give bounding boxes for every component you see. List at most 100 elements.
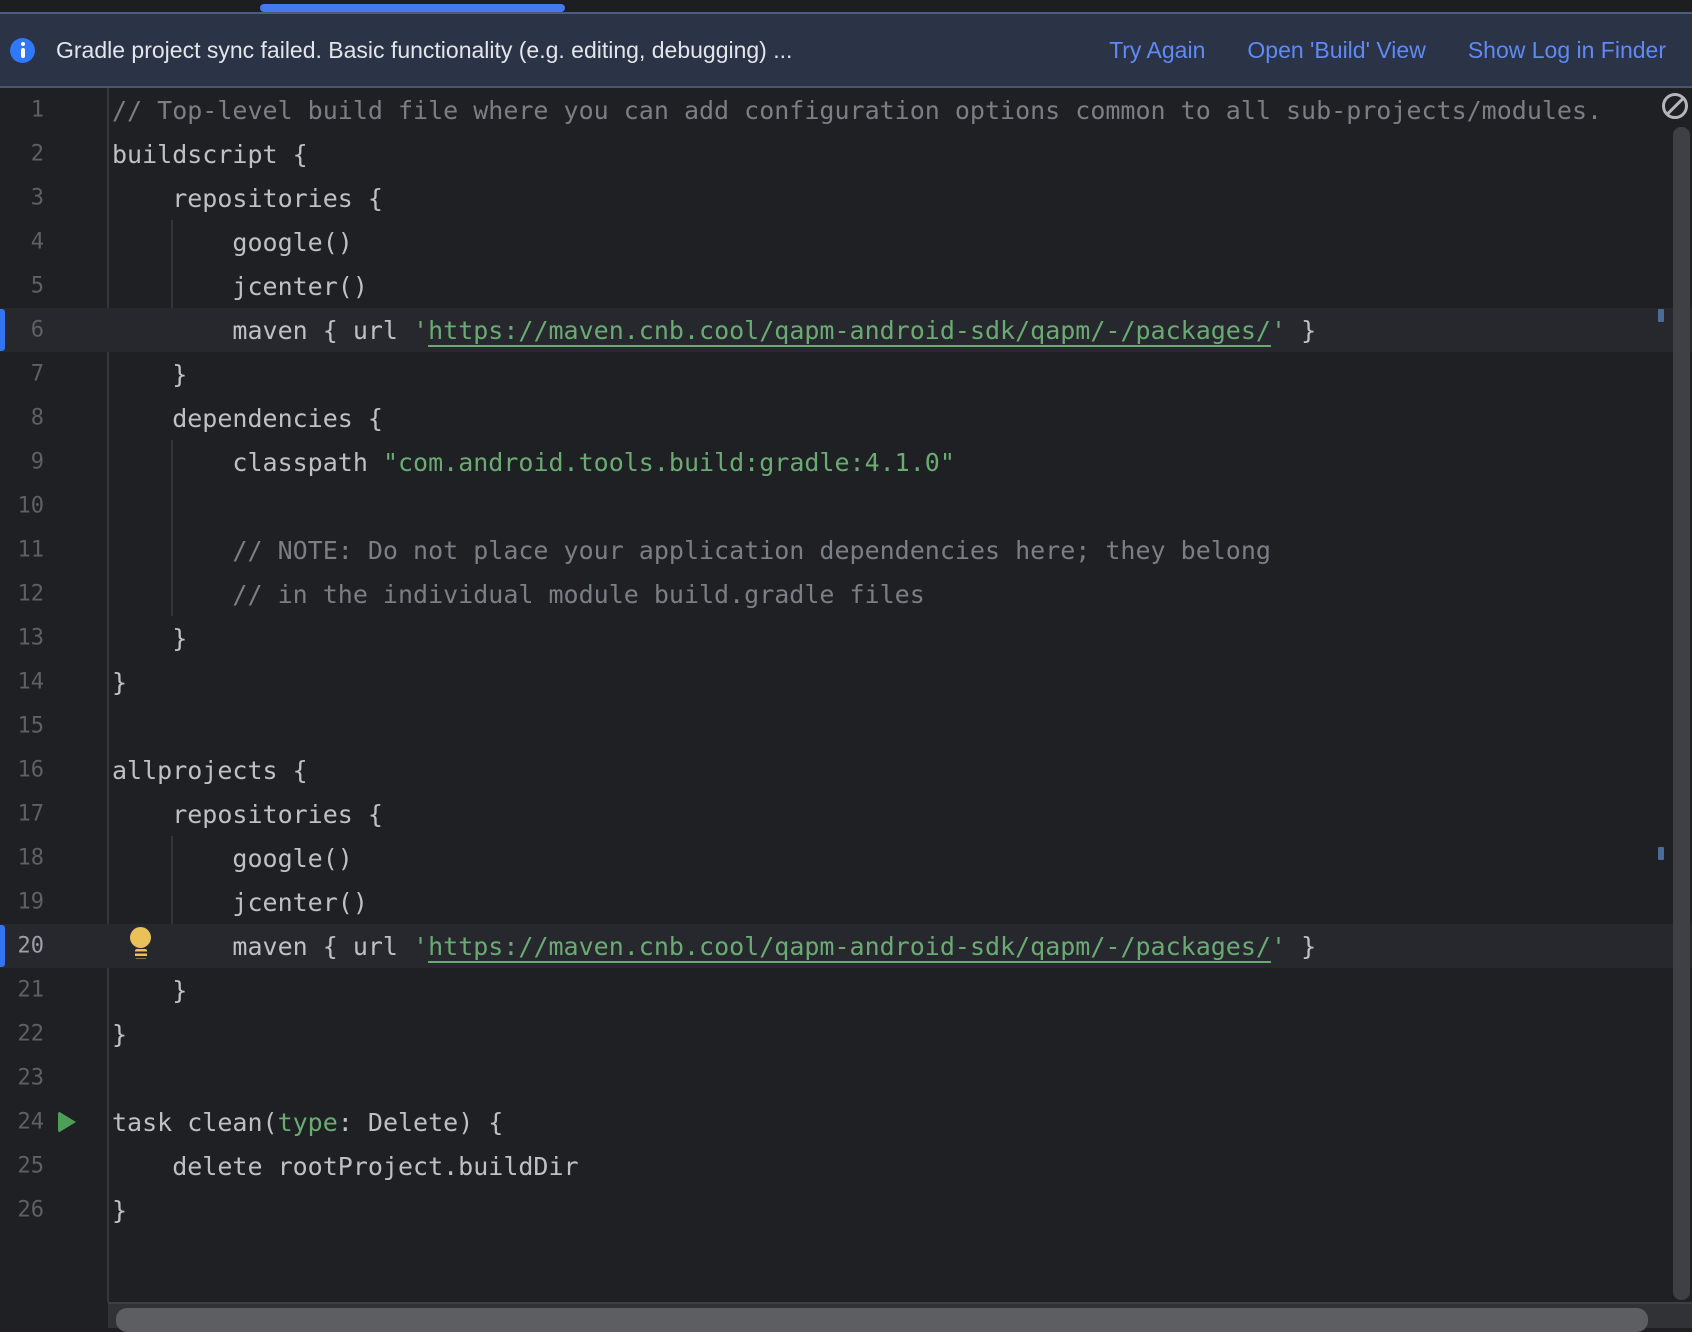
code-line[interactable]: 24task clean(type: Delete) { [0,1100,1692,1144]
line-number[interactable]: 8 [31,406,44,431]
gutter: 22 [0,1012,108,1056]
code-token: jcenter() [112,272,368,301]
code-token: // in the individual module build.gradle… [112,580,925,609]
gutter: 8 [0,396,108,440]
line-number[interactable]: 18 [18,846,45,871]
code-line[interactable]: 12 // in the individual module build.gra… [0,572,1692,616]
line-number[interactable]: 16 [18,758,45,783]
gutter: 4 [0,220,108,264]
code-line[interactable]: 11 // NOTE: Do not place your applicatio… [0,528,1692,572]
line-number[interactable]: 20 [18,934,45,959]
show-log-in-finder-link[interactable]: Show Log in Finder [1468,37,1666,64]
line-number[interactable]: 7 [31,362,44,387]
code-line[interactable]: 16allprojects { [0,748,1692,792]
code-token: delete rootProject.buildDir [112,1152,579,1181]
code-token: ' [413,316,428,345]
gutter: 20 [0,924,108,968]
code-token: ' [413,932,428,961]
code-token: : Delete) { [338,1108,504,1137]
line-number[interactable]: 17 [18,802,45,827]
run-icon[interactable] [58,1111,76,1133]
line-number[interactable]: 22 [18,1022,45,1047]
line-number[interactable]: 25 [18,1154,45,1179]
horizontal-scrollbar-track[interactable] [108,1302,1692,1328]
error-stripe-mark[interactable] [1658,847,1664,860]
url-link[interactable]: https://maven.cnb.cool/qapm-android-sdk/… [428,316,1271,345]
code-line[interactable]: 22} [0,1012,1692,1056]
gutter: 14 [0,660,108,704]
gutter: 16 [0,748,108,792]
gutter: 17 [0,792,108,836]
code-line[interactable]: 7 } [0,352,1692,396]
code-line[interactable]: 15 [0,704,1692,748]
lightbulb-icon[interactable] [130,927,151,960]
gutter: 15 [0,704,108,748]
code-line[interactable]: 14} [0,660,1692,704]
line-number[interactable]: 15 [18,714,45,739]
code-token: jcenter() [112,888,368,917]
tab-bar-strip [0,0,1692,12]
gutter: 13 [0,616,108,660]
gutter: 26 [0,1188,108,1232]
line-number[interactable]: 12 [18,582,45,607]
code-line[interactable]: 26} [0,1188,1692,1232]
code-line[interactable]: 10 [0,484,1692,528]
line-number[interactable]: 3 [31,186,44,211]
code-line[interactable]: 2buildscript { [0,132,1692,176]
line-number[interactable]: 6 [31,318,44,343]
line-number[interactable]: 1 [31,98,44,123]
code-line[interactable]: 4 google() [0,220,1692,264]
code-line[interactable]: 9 classpath "com.android.tools.build:gra… [0,440,1692,484]
url-link[interactable]: https://maven.cnb.cool/qapm-android-sdk/… [428,932,1271,961]
line-number[interactable]: 14 [18,670,45,695]
code-line[interactable]: 8 dependencies { [0,396,1692,440]
code-text: dependencies { [108,396,1692,440]
gutter: 21 [0,968,108,1012]
code-line[interactable]: 25 delete rootProject.buildDir [0,1144,1692,1188]
code-text [108,1056,1692,1100]
code-token: } [112,1196,127,1225]
no-inspections-icon[interactable] [1662,93,1688,119]
line-number[interactable]: 5 [31,274,44,299]
line-number[interactable]: 10 [18,494,45,519]
line-number[interactable]: 4 [31,230,44,255]
code-line[interactable]: 20 maven { url 'https://maven.cnb.cool/q… [0,924,1692,968]
code-line[interactable]: 19 jcenter() [0,880,1692,924]
code-line[interactable]: 18 google() [0,836,1692,880]
line-number[interactable]: 24 [18,1110,45,1135]
code-line[interactable]: 13 } [0,616,1692,660]
code-area[interactable]: 1// Top-level build file where you can a… [0,88,1692,1302]
code-line[interactable]: 3 repositories { [0,176,1692,220]
open-build-view-link[interactable]: Open 'Build' View [1247,37,1425,64]
line-number[interactable]: 19 [18,890,45,915]
line-number[interactable]: 21 [18,978,45,1003]
code-line[interactable]: 6 maven { url 'https://maven.cnb.cool/qa… [0,308,1692,352]
code-token: "com.android.tools.build:gradle:4.1.0" [383,448,955,477]
code-line[interactable]: 23 [0,1056,1692,1100]
line-number[interactable]: 11 [18,538,45,563]
line-number[interactable]: 13 [18,626,45,651]
code-token: ' [1271,932,1286,961]
code-token: type [278,1108,338,1137]
code-text: google() [108,220,1692,264]
code-text: jcenter() [108,880,1692,924]
active-tab-indicator [260,4,565,12]
gutter: 2 [0,132,108,176]
code-line[interactable]: 17 repositories { [0,792,1692,836]
code-line[interactable]: 21 } [0,968,1692,1012]
gutter: 9 [0,440,108,484]
code-text: delete rootProject.buildDir [108,1144,1692,1188]
code-text: // NOTE: Do not place your application d… [108,528,1692,572]
line-number[interactable]: 26 [18,1198,45,1223]
error-stripe-mark[interactable] [1658,309,1664,322]
line-number[interactable]: 23 [18,1066,45,1091]
try-again-link[interactable]: Try Again [1109,37,1205,64]
horizontal-scrollbar-thumb[interactable] [116,1308,1648,1332]
code-line[interactable]: 1// Top-level build file where you can a… [0,88,1692,132]
code-line[interactable]: 5 jcenter() [0,264,1692,308]
line-number[interactable]: 2 [31,142,44,167]
gutter: 25 [0,1144,108,1188]
vertical-scrollbar-thumb[interactable] [1673,127,1690,1300]
line-number[interactable]: 9 [31,450,44,475]
code-text: } [108,616,1692,660]
